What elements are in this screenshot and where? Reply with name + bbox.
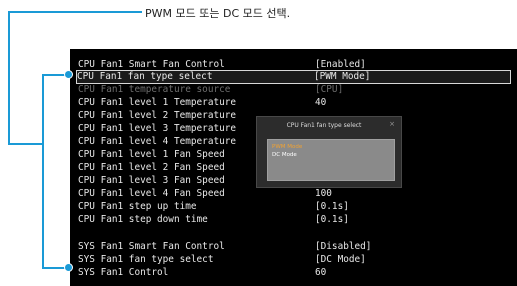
setting-label: CPU Fan1 level 1 Temperature: [78, 97, 237, 108]
setting-value: [0.1s]: [315, 214, 349, 225]
setting-label: SYS Fan1 Smart Fan Control: [78, 241, 225, 252]
callout-marker-cpu: [64, 70, 73, 79]
setting-label: CPU Fan1 Smart Fan Control: [78, 59, 225, 70]
setting-label: SYS Fan1 Control: [78, 267, 169, 278]
setting-label: CPU Fan1 level 4 Temperature: [78, 136, 237, 147]
setting-row-sys-fan1-control[interactable]: SYS Fan1 Control 60: [78, 267, 508, 279]
popup-title: CPU Fan1 fan type select: [286, 122, 362, 129]
callout-line-bottom: [8, 143, 44, 145]
setting-label: SYS Fan1 fan type select: [78, 254, 214, 265]
close-icon[interactable]: ×: [389, 120, 395, 128]
setting-value: 100: [315, 188, 332, 199]
setting-value: [Enabled]: [315, 59, 366, 70]
setting-value: [CPU]: [315, 84, 344, 95]
setting-value: [0.1s]: [315, 201, 349, 212]
setting-row-cpu-fan1-temperature-source: CPU Fan1 temperature source [CPU]: [78, 84, 508, 96]
setting-row-cpu-fan1-smart-fan-control[interactable]: CPU Fan1 Smart Fan Control [Enabled]: [78, 59, 508, 71]
option-dc-mode[interactable]: DC Mode: [272, 152, 297, 159]
setting-label: CPU Fan1 level 1 Fan Speed: [78, 149, 225, 160]
setting-row-cpu-fan1-step-down-time[interactable]: CPU Fan1 step down time [0.1s]: [78, 214, 508, 226]
callout-line-left: [8, 11, 10, 145]
setting-label: CPU Fan1 level 3 Fan Speed: [78, 175, 225, 186]
setting-label: CPU Fan1 level 3 Temperature: [78, 123, 237, 134]
setting-label: CPU Fan1 step up time: [78, 201, 197, 212]
setting-label: CPU Fan1 level 2 Fan Speed: [78, 162, 225, 173]
fan-type-select-popup: CPU Fan1 fan type select × PWM Mode DC M…: [256, 116, 402, 188]
setting-value: [PWM Mode]: [314, 71, 371, 82]
setting-value: [Disabled]: [315, 241, 372, 252]
callout-marker-sys: [64, 263, 73, 272]
setting-row-sys-fan1-smart-fan-control[interactable]: SYS Fan1 Smart Fan Control [Disabled]: [78, 241, 508, 253]
popup-option-list: PWM Mode DC Mode: [267, 139, 395, 181]
bracket-line-vertical: [42, 74, 44, 269]
setting-row-cpu-fan1-level4-fan-speed[interactable]: CPU Fan1 level 4 Fan Speed 100: [78, 188, 508, 200]
setting-value: [DC Mode]: [315, 254, 366, 265]
setting-label: CPU Fan1 fan type select: [77, 71, 213, 82]
setting-label: CPU Fan1 step down time: [78, 214, 208, 225]
callout-text: PWM 모드 또는 DC 모드 선택.: [145, 7, 291, 20]
setting-row-cpu-fan1-step-up-time[interactable]: CPU Fan1 step up time [0.1s]: [78, 201, 508, 213]
callout-line-top: [8, 11, 142, 13]
option-pwm-mode[interactable]: PWM Mode: [272, 144, 302, 151]
setting-row-cpu-fan1-level1-temperature[interactable]: CPU Fan1 level 1 Temperature 40: [78, 97, 508, 109]
setting-label: CPU Fan1 level 4 Fan Speed: [78, 188, 225, 199]
setting-value: 40: [315, 97, 327, 108]
setting-row-sys-fan1-fan-type-select[interactable]: SYS Fan1 fan type select [DC Mode]: [78, 254, 508, 266]
setting-label: CPU Fan1 temperature source: [78, 84, 231, 95]
setting-row-cpu-fan1-fan-type-select[interactable]: CPU Fan1 fan type select [PWM Mode]: [76, 70, 511, 84]
setting-label: CPU Fan1 level 2 Temperature: [78, 110, 237, 121]
setting-value: 60: [315, 267, 327, 278]
